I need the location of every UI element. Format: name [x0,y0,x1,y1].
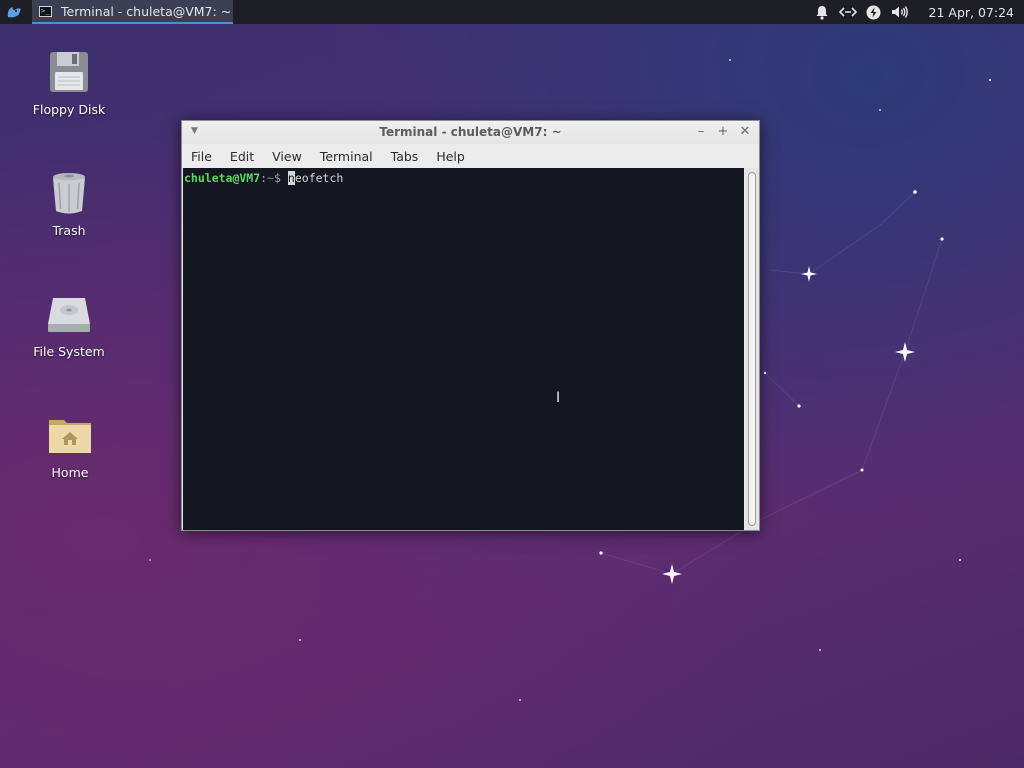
menu-terminal[interactable]: Terminal [311,149,382,164]
text-cursor: n [287,171,295,185]
desktop-icon-home[interactable]: Home [20,411,120,480]
desktop-icon-label: Home [51,465,89,480]
desktop-icon-file-system[interactable]: File System [19,290,119,359]
minimize-icon[interactable]: – [693,124,709,140]
command-text: eofetch [294,171,344,185]
menu-tabs[interactable]: Tabs [382,149,428,164]
menu-edit[interactable]: Edit [221,149,263,164]
prompt-symbol: $ [274,171,288,185]
home-folder-icon [46,411,94,459]
floppy-disk-icon [45,48,93,96]
drive-icon [45,290,93,338]
prompt-user: chuleta@VM7 [184,171,261,185]
ibeam-cursor-icon: I [556,390,561,406]
maximize-icon[interactable]: + [715,124,731,140]
desktop-icon-label: File System [33,344,105,359]
menu-file[interactable]: File [182,149,221,164]
desktop-icon-trash[interactable]: Trash [19,169,119,238]
menu-help[interactable]: Help [427,149,474,164]
menu-view[interactable]: View [263,149,311,164]
terminal-menubar: File Edit View Terminal Tabs Help [182,144,759,168]
terminal-window: ▼ Terminal - chuleta@VM7: ~ – + ✕ File E… [181,120,760,531]
terminal-content[interactable]: chuleta@VM7:~$ neofetch [183,168,744,530]
desktop-icon-label: Trash [52,223,86,238]
prompt-line: chuleta@VM7:~$ neofetch [184,171,343,185]
window-titlebar[interactable]: ▼ Terminal - chuleta@VM7: ~ – + ✕ [182,121,759,144]
scrollbar-thumb[interactable] [748,172,756,526]
close-icon[interactable]: ✕ [737,124,753,140]
trash-icon [45,169,93,217]
desktop-icon-label: Floppy Disk [32,102,106,117]
terminal-scrollbar[interactable] [745,168,759,530]
prompt-path: ~ [267,171,275,185]
window-title: Terminal - chuleta@VM7: ~ [379,125,562,139]
desktop-icon-floppy-disk[interactable]: Floppy Disk [19,48,119,117]
